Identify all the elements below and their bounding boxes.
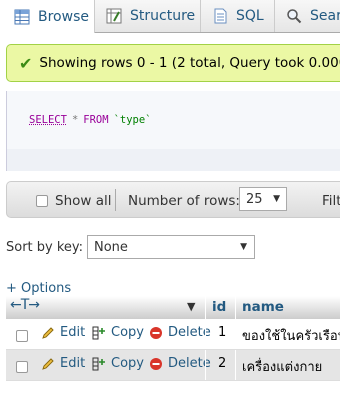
copy-row-link[interactable]: Copy [92,325,144,340]
sql-query-code: SELECT * FROM `type` [7,91,340,149]
sql-keyword-select[interactable]: SELECT [29,114,67,126]
copy-insert-icon [92,357,105,370]
copy-label: Copy [111,356,144,371]
delete-row-link[interactable]: Delete [149,356,211,371]
table-row: Edit Copy Delete 1 ของใช้ในครัวเรือน [6,319,340,350]
column-divider [205,319,206,349]
column-divider [235,350,236,380]
dropdown-arrow-icon: ▼ [273,194,280,204]
tab-sql-label: SQL [236,8,264,24]
number-of-rows-select[interactable]: 25 ▼ [239,187,287,211]
column-divider [235,296,236,319]
edit-label: Edit [60,325,86,340]
sort-by-key-label: Sort by key: [6,240,84,255]
sort-by-key-select[interactable]: None ▼ [87,235,255,259]
tab-structure-label: Structure [130,8,196,24]
sql-query-box: SELECT * FROM `type` [6,91,340,171]
delete-circle-icon [150,326,162,339]
checkmark-icon: ✔ [19,53,33,73]
sql-star: * [71,114,79,126]
sql-keyword-from: FROM [83,114,109,126]
pencil-icon [42,326,54,339]
tab-sql[interactable]: SQL [212,0,264,32]
tab-search[interactable]: Sear [286,0,340,32]
show-all-checkbox[interactable] [36,195,48,207]
tab-divider [274,0,275,32]
tab-browse[interactable]: Browse [0,0,95,33]
table-header: ←T→ ▼ id name [6,296,340,320]
copy-insert-icon [92,326,105,339]
row-select-checkbox[interactable] [16,361,28,373]
tab-search-label: Sear [310,8,340,24]
column-divider [235,319,236,349]
search-magnifier-icon [287,9,302,24]
filter-rows-label: Filt [322,193,340,209]
copy-row-link[interactable]: Copy [92,356,144,371]
success-message-text: Showing rows 0 - 1 (2 total, Query took … [39,55,340,71]
row-select-checkbox[interactable] [16,330,28,342]
dropdown-arrow-icon: ▼ [240,242,247,252]
tab-divider [200,0,201,32]
column-header-name[interactable]: name [242,299,284,315]
structure-icon [106,8,122,24]
cell-name: ของใช้ในครัวเรือน [242,329,340,344]
navbar-divider [115,189,116,211]
edit-label: Edit [60,356,86,371]
delete-circle-icon [150,357,162,370]
table-row: Edit Copy Delete 2 เครื่องแต่งกาย [6,350,340,381]
number-of-rows-label: Number of rows: [128,193,240,209]
sql-document-icon [214,8,227,24]
sort-down-triangle-icon[interactable]: ▼ [187,300,195,313]
delete-row-link[interactable]: Delete [149,325,211,340]
tab-structure[interactable]: Structure [106,0,195,32]
options-link[interactable]: + Options [6,281,71,296]
show-all-toggle[interactable]: Show all [36,193,112,209]
success-message: ✔ Showing rows 0 - 1 (2 total, Query too… [6,44,340,82]
copy-label: Copy [111,325,144,340]
sort-by-key-value: None [94,239,128,255]
edit-row-link[interactable]: Edit [41,356,85,371]
column-resize-arrows-icon[interactable]: ←T→ [10,297,40,313]
column-divider [205,350,206,380]
cell-name: เครื่องแต่งกาย [242,360,323,375]
cell-id: 1 [218,325,227,340]
column-divider [205,296,206,319]
results-navigation-bar: Show all Number of rows: 25 ▼ Filt [6,181,340,218]
tab-browse-label: Browse [38,8,89,25]
number-of-rows-value: 25 [246,191,263,207]
edit-row-link[interactable]: Edit [41,325,85,340]
pencil-icon [42,357,54,370]
top-tab-bar: Browse Structure SQL Sear [0,0,340,33]
browse-grid-icon [14,9,30,24]
show-all-label: Show all [55,193,112,209]
cell-id: 2 [218,356,227,371]
column-header-id[interactable]: id [212,299,226,315]
sql-table-name: `type` [113,114,152,126]
